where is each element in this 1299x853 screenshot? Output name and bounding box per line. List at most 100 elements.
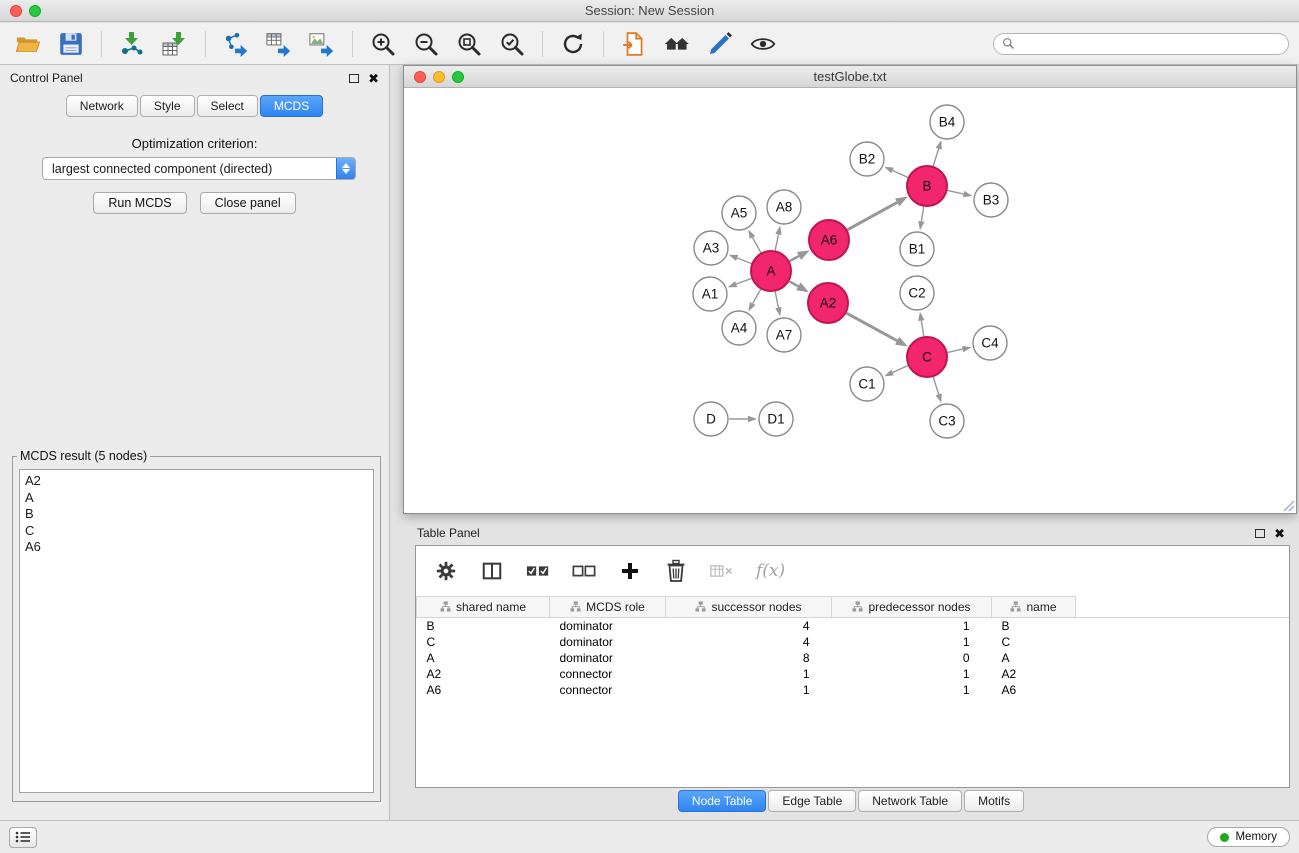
graph-edge-B-B3[interactable] <box>948 190 964 194</box>
resize-grip-icon[interactable] <box>1283 500 1295 512</box>
deselect-all-rows-button[interactable] <box>572 559 596 583</box>
table-row[interactable]: Adominator80A <box>417 650 1290 666</box>
delete-table-button[interactable] <box>710 559 734 583</box>
table-cell[interactable]: 1 <box>666 682 832 698</box>
table-cell[interactable]: A2 <box>992 666 1076 682</box>
home-view-button[interactable] <box>659 28 695 60</box>
table-row[interactable]: Bdominator41B <box>417 618 1290 634</box>
graph-edge-A-A7[interactable] <box>775 292 778 308</box>
table-cell[interactable]: A6 <box>992 682 1076 698</box>
result-item-a6[interactable]: A6 <box>25 539 368 556</box>
table-cell[interactable]: 1 <box>832 682 992 698</box>
table-cell[interactable]: 1 <box>832 666 992 682</box>
import-file-button[interactable] <box>616 28 652 60</box>
graph-edge-A-A5[interactable] <box>753 238 761 253</box>
tab-network[interactable]: Network <box>66 95 138 117</box>
show-details-button[interactable] <box>745 28 781 60</box>
zoom-window-button[interactable] <box>29 5 41 17</box>
graph-edge-A-A6[interactable] <box>790 256 799 261</box>
export-image-button[interactable] <box>304 28 340 60</box>
table-row[interactable]: Cdominator41C <box>417 634 1290 650</box>
node-table[interactable]: shared nameMCDS rolesuccessor nodesprede… <box>416 596 1289 787</box>
table-cell[interactable]: connector <box>550 666 666 682</box>
mcds-result-list[interactable]: A2ABCA6 <box>19 469 374 793</box>
tab-style[interactable]: Style <box>140 95 195 117</box>
table-cell[interactable]: A6 <box>417 682 550 698</box>
delete-column-button[interactable] <box>664 559 688 583</box>
table-row[interactable]: A6connector11A6 <box>417 682 1290 698</box>
close-panel-icon[interactable]: ✖ <box>368 72 379 85</box>
table-row[interactable]: A2connector11A2 <box>417 666 1290 682</box>
column-header-successor-nodes[interactable]: successor nodes <box>666 597 832 618</box>
search-box[interactable] <box>993 33 1289 55</box>
network-graph-svg[interactable]: B4B2BB3A8A5A6A3B1AA1C2A2A4A7C4CC1C3DD1 <box>404 89 1296 513</box>
graph-edge-C-C4[interactable] <box>947 349 962 352</box>
zoom-fit-button[interactable] <box>451 28 487 60</box>
table-cell[interactable]: 0 <box>832 650 992 666</box>
tab-motifs[interactable]: Motifs <box>964 790 1024 812</box>
table-cell[interactable]: A2 <box>417 666 550 682</box>
graph-edge-B-B1[interactable] <box>921 207 923 222</box>
table-cell[interactable]: 4 <box>666 618 832 634</box>
graph-edge-A-A8[interactable] <box>775 234 778 250</box>
column-header-predecessor-nodes[interactable]: predecessor nodes <box>832 597 992 618</box>
task-history-button[interactable] <box>9 827 37 848</box>
graph-edge-C-C2[interactable] <box>921 321 923 337</box>
table-cell[interactable]: C <box>992 634 1076 650</box>
table-cell[interactable]: dominator <box>550 618 666 634</box>
create-column-button[interactable] <box>618 559 642 583</box>
zoom-out-button[interactable] <box>408 28 444 60</box>
column-header-name[interactable]: name <box>992 597 1076 618</box>
table-cell[interactable]: 4 <box>666 634 832 650</box>
search-input[interactable] <box>1020 37 1280 51</box>
select-all-rows-button[interactable] <box>526 559 550 583</box>
memory-button[interactable]: Memory <box>1207 827 1290 847</box>
tab-edge-table[interactable]: Edge Table <box>768 790 856 812</box>
table-cell[interactable]: 1 <box>666 666 832 682</box>
table-cell[interactable]: 1 <box>832 634 992 650</box>
column-header-shared-name[interactable]: shared name <box>417 597 550 618</box>
function-builder-button[interactable]: f(x) <box>756 561 785 581</box>
tab-select[interactable]: Select <box>197 95 258 117</box>
save-session-button[interactable] <box>53 28 89 60</box>
tab-network-table[interactable]: Network Table <box>858 790 962 812</box>
export-network-button[interactable] <box>218 28 254 60</box>
table-cell[interactable]: C <box>417 634 550 650</box>
run-mcds-button[interactable]: Run MCDS <box>93 192 186 214</box>
network-window-titlebar[interactable]: testGlobe.txt <box>404 66 1296 88</box>
open-session-button[interactable] <box>10 28 46 60</box>
criterion-dropdown[interactable]: largest connected component (directed) <box>42 157 356 180</box>
graph-edge-A6-B[interactable] <box>847 202 897 229</box>
graph-edge-C-C3[interactable] <box>933 377 938 394</box>
graph-edge-A-A1[interactable] <box>736 278 751 284</box>
close-table-panel-icon[interactable]: ✖ <box>1274 527 1285 540</box>
close-network-window-button[interactable] <box>414 71 426 83</box>
graph-edge-A-A3[interactable] <box>737 258 751 263</box>
table-cell[interactable]: dominator <box>550 650 666 666</box>
annotation-pen-button[interactable] <box>702 28 738 60</box>
minimize-network-window-button[interactable] <box>433 71 445 83</box>
table-cell[interactable]: dominator <box>550 634 666 650</box>
export-table-button[interactable] <box>261 28 297 60</box>
table-cell[interactable]: B <box>992 618 1076 634</box>
tab-node-table[interactable]: Node Table <box>678 790 767 812</box>
result-item-a2[interactable]: A2 <box>25 473 368 490</box>
zoom-selected-button[interactable] <box>494 28 530 60</box>
zoom-network-window-button[interactable] <box>452 71 464 83</box>
network-canvas[interactable]: B4B2BB3A8A5A6A3B1AA1C2A2A4A7C4CC1C3DD1 <box>404 89 1296 513</box>
graph-edge-A-A4[interactable] <box>753 289 761 303</box>
result-item-c[interactable]: C <box>25 523 368 540</box>
graph-edge-C-C1[interactable] <box>893 366 908 373</box>
table-cell[interactable]: 8 <box>666 650 832 666</box>
import-table-button[interactable] <box>157 28 193 60</box>
float-table-panel-icon[interactable] <box>1255 529 1265 538</box>
show-columns-button[interactable] <box>480 559 504 583</box>
table-cell[interactable]: connector <box>550 682 666 698</box>
zoom-in-button[interactable] <box>365 28 401 60</box>
column-header-MCDS-role[interactable]: MCDS role <box>550 597 666 618</box>
close-panel-button[interactable]: Close panel <box>200 192 296 214</box>
close-window-button[interactable] <box>10 5 22 17</box>
table-cell[interactable]: A <box>417 650 550 666</box>
tab-mcds[interactable]: MCDS <box>260 95 323 117</box>
graph-edge-B-B4[interactable] <box>933 149 938 166</box>
